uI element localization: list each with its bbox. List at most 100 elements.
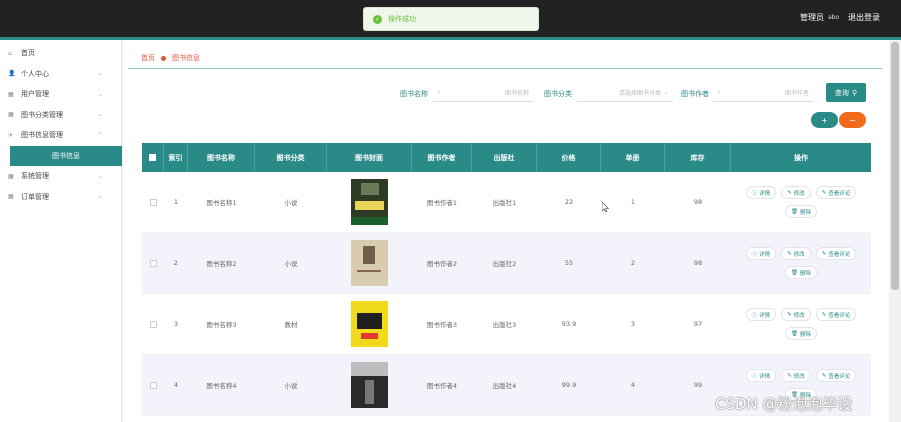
book-category-select[interactable]: 请选择图书分类 ⌄: [577, 83, 673, 102]
row-checkbox[interactable]: [149, 198, 157, 206]
breadcrumb-home[interactable]: 首页: [141, 53, 155, 63]
table-row[interactable]: 1 图书名称1 小说 图书作者1 出版社1 22 1 98 ⓘ 详情 ✎ 修改 ✎ 查看评论 🗑 删除: [142, 172, 871, 233]
detail-label: 详情: [759, 251, 771, 258]
edit-icon: ✎: [821, 250, 827, 257]
detail-button[interactable]: ⓘ 详情: [745, 308, 777, 321]
view-comments-button[interactable]: ✎ 查看评论: [815, 186, 857, 199]
sidebar-item-book-info[interactable]: 图书信息: [10, 145, 122, 166]
table-header: 索引 图书名称 图书分类 图书封面 图书作者 出版社 价格 单册 库存 操作: [142, 143, 871, 172]
sidebar-item-book-categories[interactable]: ▦ 图书分类管理 ⌄: [0, 105, 121, 126]
grid-icon: ▦: [8, 111, 14, 119]
delete-row-button[interactable]: 🗑 删除: [785, 205, 817, 218]
sidebar-item-system[interactable]: ▦ 系统管理 ⌄: [0, 166, 121, 187]
sidebar-item-label: 系统管理: [21, 172, 49, 181]
detail-label: 详情: [759, 373, 771, 380]
header-stock: 库存: [665, 143, 731, 172]
delete-row-button[interactable]: 🗑 删除: [785, 327, 817, 340]
header-price: 价格: [537, 143, 601, 172]
edit-button[interactable]: ✎ 修改: [781, 186, 811, 199]
search-icon: ⚲: [851, 88, 858, 97]
header-name: 图书名称: [188, 143, 255, 172]
admin-role-label: 管理员: [800, 13, 824, 22]
count-cell: 2: [630, 259, 636, 267]
trash-icon: 🗑: [791, 208, 798, 215]
edit-label: 修改: [793, 190, 805, 197]
edit-label: 修改: [793, 251, 805, 258]
sidebar-item-label: 用户管理: [21, 90, 49, 99]
count-cell: 3: [630, 320, 636, 328]
delete-label: 删除: [799, 270, 811, 277]
view-comments-button[interactable]: ✎ 查看评论: [815, 308, 857, 321]
book-author-input[interactable]: ⌕ 图书作者: [713, 83, 813, 102]
logout-button[interactable]: 退出登录: [848, 12, 880, 23]
detail-button[interactable]: ⓘ 详情: [745, 186, 777, 199]
edit-icon: ✎: [787, 311, 792, 318]
sidebar-item-home[interactable]: ⌂ 首页: [0, 43, 121, 64]
delete-button[interactable]: −: [839, 112, 866, 128]
chevron-down-icon: ⌄: [97, 90, 103, 98]
book-category-label: 图书分类: [544, 90, 572, 98]
select-cell: [142, 294, 164, 354]
index-cell: 2: [173, 259, 179, 267]
sidebar-item-label: 订单管理: [21, 192, 49, 201]
sidebar-item-profile[interactable]: 👤 个人中心 ⌄: [0, 64, 121, 85]
header-publisher: 出版社: [472, 143, 537, 172]
count-cell: 4: [630, 381, 636, 389]
book-cover-image: [351, 179, 388, 225]
select-all-checkbox[interactable]: [149, 154, 156, 161]
add-button[interactable]: +: [811, 112, 838, 128]
book-author-placeholder: 图书作者: [784, 89, 809, 97]
view-comments-button[interactable]: ✎ 查看评论: [815, 247, 857, 260]
edit-label: 修改: [793, 312, 805, 319]
breadcrumb-divider: [128, 68, 882, 69]
detail-button[interactable]: ⓘ 详情: [745, 247, 777, 260]
header-cover: 图书封面: [327, 143, 412, 172]
table-row[interactable]: 3 图书名称3 教材 图书作者3 出版社3 93.9 3 97 ⓘ 详情 ✎ 修改 ✎ 查看评论 🗑 删除: [142, 294, 871, 355]
edit-button[interactable]: ✎ 修改: [781, 308, 811, 321]
cover-cell: [327, 172, 412, 232]
book-name-input[interactable]: ⌕ 图书名称: [433, 83, 533, 102]
info-icon: ⓘ: [751, 251, 758, 258]
edit-button[interactable]: ✎ 修改: [781, 369, 811, 382]
search-button[interactable]: 查询 ⚲: [826, 83, 866, 102]
header-count: 单册: [601, 143, 665, 172]
table-row[interactable]: 2 图书名称2 小说 图书作者2 出版社2 55 2 98 ⓘ 详情 ✎ 修改 ✎ 查看评论 🗑 删除: [142, 233, 871, 294]
stock-cell: 98: [693, 259, 703, 267]
admin-info: 管理员 abo: [800, 12, 839, 23]
index-cell: 1: [173, 198, 179, 206]
row-checkbox[interactable]: [149, 320, 157, 328]
actions-cell: ⓘ 详情 ✎ 修改 ✎ 查看评论 🗑 删除: [731, 172, 871, 232]
chevron-up-icon: ⌃: [97, 131, 103, 139]
book-table: 索引 图书名称 图书分类 图书封面 图书作者 出版社 价格 单册 库存 操作 1…: [142, 143, 871, 416]
cover-cell: [327, 233, 412, 293]
count-cell: 1: [630, 198, 636, 206]
edit-icon: ✎: [787, 189, 792, 196]
row-checkbox[interactable]: [149, 259, 157, 267]
breadcrumb-separator: [161, 55, 166, 61]
row-checkbox[interactable]: [149, 381, 157, 389]
sidebar-item-users[interactable]: ▦ 用户管理 ⌄: [0, 84, 121, 105]
book-author-label: 图书作者: [681, 90, 709, 98]
view-comments-button[interactable]: ✎ 查看评论: [815, 369, 857, 382]
delete-row-button[interactable]: 🗑 删除: [785, 266, 817, 279]
scrollbar-thumb[interactable]: [891, 42, 899, 290]
sidebar-item-orders[interactable]: ▦ 订单管理 ⌄: [0, 187, 121, 208]
author-cell: 图书作者3: [426, 321, 458, 329]
author-cell: 图书作者2: [426, 260, 458, 268]
author-cell: 图书作者4: [426, 382, 458, 390]
sidebar-item-label: 首页: [21, 49, 35, 58]
detail-button[interactable]: ⓘ 详情: [745, 369, 777, 382]
edit-label: 修改: [793, 373, 805, 380]
chevron-down-icon: ⌄: [97, 172, 103, 180]
name-cell: 图书名称1: [206, 199, 237, 207]
edit-icon: ✎: [821, 189, 827, 196]
delete-label: 删除: [799, 209, 811, 216]
book-cover-image: [351, 362, 388, 408]
publisher-cell: 出版社3: [492, 321, 517, 329]
book-name-placeholder: 图书名称: [504, 89, 529, 97]
sidebar-item-book-info-manage[interactable]: ✈ 图书信息管理 ⌃: [0, 125, 121, 146]
price-cell: 99.9: [561, 381, 577, 389]
edit-button[interactable]: ✎ 修改: [781, 247, 811, 260]
grid-icon: ▦: [8, 90, 14, 98]
user-icon: 👤: [8, 70, 16, 78]
